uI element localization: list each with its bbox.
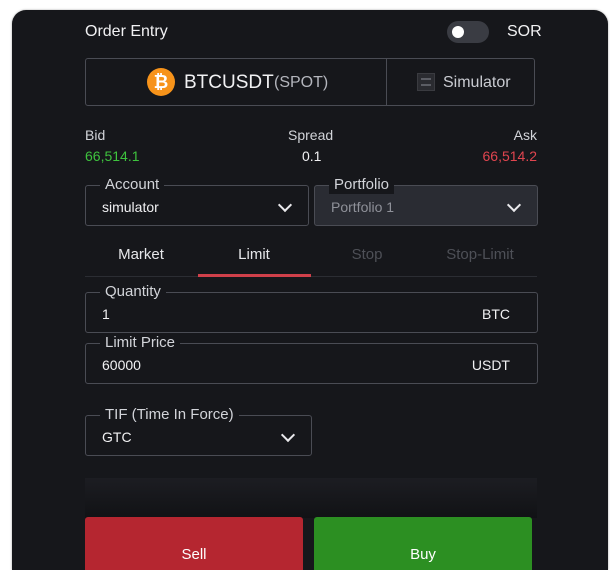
tab-market[interactable]: Market: [85, 246, 197, 263]
symbol-selector[interactable]: ₿ BTCUSDT (SPOT) Simulator: [85, 58, 535, 106]
tif-value: GTC: [102, 429, 132, 445]
spread-label: Spread: [288, 127, 334, 143]
ask-value: 66,514.2: [482, 148, 538, 164]
symbol-name: BTCUSDT: [184, 72, 274, 93]
tif-select[interactable]: TIF (Time In Force) GTC: [85, 406, 312, 456]
quantity-label: Quantity: [100, 283, 166, 301]
sor-label: SOR: [507, 23, 542, 40]
bitcoin-icon: ₿: [147, 68, 175, 96]
tif-label: TIF (Time In Force): [100, 406, 239, 424]
account-select[interactable]: Account simulator: [85, 176, 309, 226]
limit-price-unit: USDT: [471, 357, 510, 373]
chevron-down-icon: [280, 427, 296, 443]
portfolio-value: Portfolio 1: [331, 199, 395, 215]
chevron-down-icon: [277, 197, 293, 213]
venue-label[interactable]: Simulator: [443, 74, 511, 92]
tabs-divider: [85, 276, 537, 277]
bid-value: 66,514.1: [85, 148, 140, 164]
tab-stop[interactable]: Stop: [311, 246, 423, 263]
ask-label: Ask: [513, 127, 537, 143]
active-tab-indicator: [198, 274, 311, 277]
quantity-unit: BTC: [482, 306, 510, 322]
panel-title: Order Entry: [85, 23, 168, 40]
chevron-down-icon: [506, 197, 522, 213]
symbol-info[interactable]: ₿ BTCUSDT (SPOT): [86, 59, 387, 105]
tab-limit[interactable]: Limit: [198, 246, 310, 263]
portfolio-label: Portfolio: [329, 176, 395, 194]
limit-price-label: Limit Price: [100, 334, 181, 352]
spread-value: 0.1: [302, 148, 322, 164]
quantity-value[interactable]: 1: [102, 306, 110, 322]
spacer-band: [85, 478, 537, 518]
quantity-input[interactable]: Quantity 1 BTC: [85, 283, 538, 333]
limit-price-input[interactable]: Limit Price 60000 USDT: [85, 334, 538, 384]
tab-stop-limit[interactable]: Stop-Limit: [424, 246, 536, 263]
portfolio-select[interactable]: Portfolio Portfolio 1: [314, 176, 538, 226]
sor-toggle-knob: [452, 26, 464, 38]
buy-button[interactable]: Buy: [314, 517, 532, 570]
account-label: Account: [100, 176, 165, 194]
simulator-icon: [417, 73, 435, 91]
sell-button[interactable]: Sell: [85, 517, 303, 570]
bid-label: Bid: [85, 127, 106, 143]
limit-price-value[interactable]: 60000: [102, 357, 141, 373]
account-value: simulator: [102, 199, 159, 215]
order-entry-panel: Order Entry SOR ₿ BTCUSDT (SPOT) Simulat…: [12, 10, 608, 570]
sor-toggle[interactable]: [447, 21, 489, 43]
symbol-type: (SPOT): [274, 74, 329, 91]
